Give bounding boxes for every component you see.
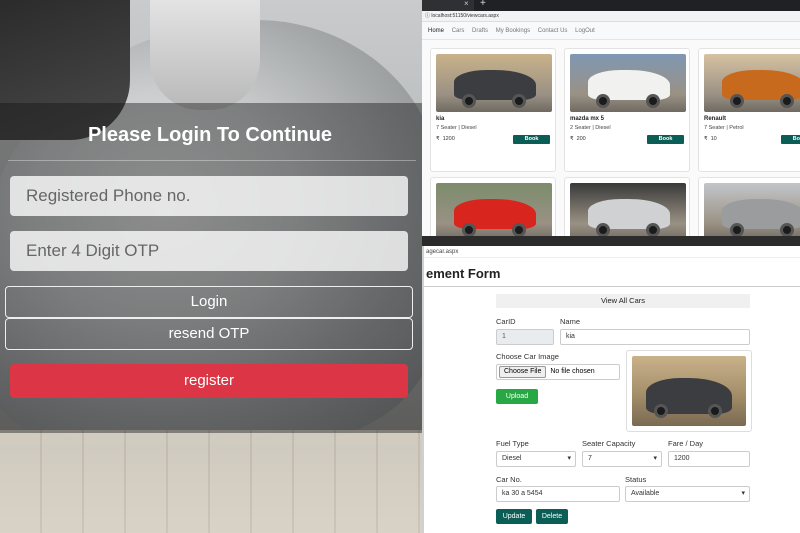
upload-button[interactable]: Upload — [496, 389, 538, 404]
heading-divider — [424, 286, 800, 287]
car-photo — [436, 54, 552, 112]
carid-label: CarID — [496, 317, 516, 326]
car-seater-fuel: 7 Seater | Petrol — [704, 125, 744, 131]
update-button[interactable]: Update — [496, 509, 532, 524]
wheel — [462, 94, 476, 108]
nav-my-bookings[interactable]: My Bookings — [496, 28, 530, 34]
close-tab-icon[interactable]: × — [464, 0, 469, 8]
site-navbar: Home Cars Drafts My Bookings Contact Us … — [422, 22, 800, 40]
car-card: kia 7 Seater | Diesel ₹ 1200 Book — [430, 48, 556, 172]
car-name: kia — [436, 116, 445, 122]
login-button[interactable]: Login — [5, 286, 413, 318]
car-fare: ₹ 10 Book — [704, 135, 800, 144]
new-tab-icon[interactable]: + — [480, 0, 486, 9]
background-person — [150, 0, 260, 110]
address-text: localhost:51150/viewcars.aspx — [431, 13, 499, 19]
car-number-field[interactable]: ka 30 a 5454 — [496, 486, 620, 502]
choose-file-button[interactable]: Choose File — [499, 366, 547, 378]
car-photo — [704, 54, 800, 112]
wheel — [730, 94, 744, 108]
book-button[interactable]: Book — [781, 135, 800, 144]
nav-home[interactable]: Home — [428, 28, 444, 34]
address-bar[interactable]: ⓘ localhost:51150/viewcars.aspx — [422, 11, 800, 22]
car-fare-value: 1200 — [442, 136, 455, 142]
name-label: Name — [560, 317, 581, 326]
wheel — [646, 223, 660, 237]
nav-cars[interactable]: Cars — [452, 28, 465, 34]
manage-car-window: agecar.aspx ement Form View All Cars Car… — [422, 246, 800, 533]
fuel-type-label: Fuel Type — [496, 439, 529, 448]
book-button[interactable]: Book — [513, 135, 550, 144]
car-name: mazda mx 5 — [570, 116, 605, 122]
screen: Please Login To Continue Registered Phon… — [0, 0, 800, 533]
rupee-icon: ₹ — [436, 136, 440, 142]
car-fare-value: 200 — [576, 136, 586, 142]
wheel — [780, 223, 794, 237]
fare-field[interactable]: 1200 — [668, 451, 750, 467]
browser-tab[interactable]: × — [422, 0, 474, 11]
car-number-label: Car No. — [496, 475, 522, 484]
car-image-label: Choose Car Image — [496, 352, 559, 361]
carid-field: 1 — [496, 329, 554, 345]
car-image-file-input[interactable]: Choose File No file chosen — [496, 364, 620, 380]
delete-button[interactable]: Delete — [536, 509, 568, 524]
car-image-preview — [626, 350, 752, 432]
car-seater-fuel: 2 Seater | Diesel — [570, 125, 611, 131]
name-field[interactable]: kia — [560, 329, 750, 345]
car-seater-fuel: 7 Seater | Diesel — [436, 125, 477, 131]
car-grid: kia 7 Seater | Diesel ₹ 1200 Book mazda mx 5… — [422, 40, 800, 246]
seater-capacity-select[interactable]: 7 — [582, 451, 662, 467]
car-photo — [632, 356, 746, 426]
status-label: Status — [625, 475, 647, 484]
seater-capacity-label: Seater Capacity — [582, 439, 636, 448]
wheel — [512, 223, 526, 237]
browser-tab-strip: × + — [422, 0, 800, 11]
car-photo — [436, 183, 552, 241]
car-card: Renault 7 Seater | Petrol ₹ 10 Book — [698, 48, 800, 172]
cars-browser-window: × + ⓘ localhost:51150/viewcars.aspx Home… — [422, 0, 800, 246]
book-button[interactable]: Book — [647, 135, 684, 144]
nav-contact-us[interactable]: Contact Us — [538, 28, 568, 34]
car-fare: ₹ 1200 Book — [436, 135, 550, 144]
wheel — [596, 223, 610, 237]
background-floor — [0, 430, 424, 533]
view-all-cars-link[interactable]: View All Cars — [496, 294, 750, 308]
otp-input[interactable]: Enter 4 Digit OTP — [10, 231, 408, 271]
car-photo — [570, 183, 686, 241]
nav-logout[interactable]: LogOut — [575, 28, 595, 34]
wheel — [646, 94, 660, 108]
register-button[interactable]: register — [10, 364, 408, 398]
nav-drafts[interactable]: Drafts — [472, 28, 488, 34]
login-title: Please Login To Continue — [87, 124, 333, 146]
car-photo — [704, 183, 800, 241]
car-photo — [570, 54, 686, 112]
status-select[interactable]: Available — [625, 486, 750, 502]
resend-otp-button[interactable]: resend OTP — [5, 318, 413, 350]
fuel-type-select[interactable]: Diesel — [496, 451, 576, 467]
wheel — [596, 94, 610, 108]
file-status-text: No file chosen — [550, 368, 595, 375]
page-title: ement Form — [426, 266, 501, 281]
car-name: Renault — [704, 116, 727, 122]
car-card: mazda mx 5 2 Seater | Diesel ₹ 200 Book — [564, 48, 690, 172]
phone-input[interactable]: Registered Phone no. — [10, 176, 408, 216]
car-fare: ₹ 200 Book — [570, 135, 684, 144]
rupee-icon: ₹ — [704, 136, 708, 142]
fare-label: Fare / Day — [668, 439, 704, 448]
login-divider — [8, 160, 416, 161]
wheel — [730, 223, 744, 237]
address-bar[interactable]: agecar.aspx — [424, 246, 800, 258]
wheel — [512, 94, 526, 108]
rupee-icon: ₹ — [570, 136, 574, 142]
wheel — [462, 223, 476, 237]
car-fare-value: 10 — [710, 136, 717, 142]
wheel — [780, 94, 794, 108]
